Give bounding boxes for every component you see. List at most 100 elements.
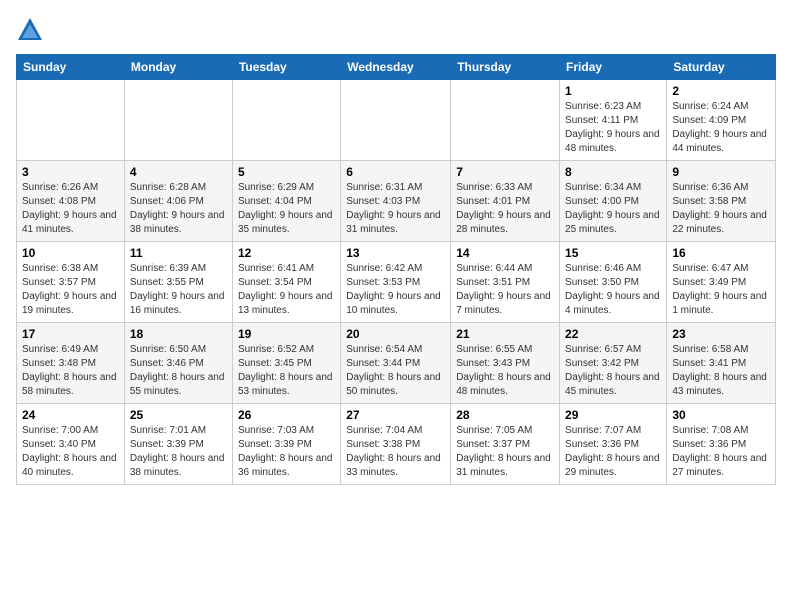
day-info: Sunrise: 7:08 AMSunset: 3:36 PMDaylight:… [672,424,770,480]
cell-w2-d5: 8 Sunrise: 6:34 AMSunset: 4:00 PMDaylight… [560,161,667,242]
cell-w2-d2: 5Sunrise: 6:29 AMSunset: 4:04 PMDaylight… [232,161,340,242]
day-number: 14 [456,246,554,260]
cell-w4-d0: 17 Sunrise: 6:49 AMSunset: 3:48 PMDayligh… [17,323,125,404]
day-info: Sunrise: 6:54 AMSunset: 3:44 PMDaylight:… [346,343,445,399]
cell-w4-d3: 20 Sunrise: 6:54 AMSunset: 3:44 PMDayligh… [341,323,451,404]
cell-w1-d5: 1 Sunrise: 6:23 AMSunset: 4:11 PMDaylight… [560,80,667,161]
day-info: Sunrise: 6:46 AMSunset: 3:50 PMDaylight:… [565,262,661,318]
page: Sunday Monday Tuesday Wednesday Thursday… [0,0,792,612]
cell-w3-d1: 11Sunrise: 6:39 AMSunset: 3:55 PMDayligh… [124,242,232,323]
day-info: Sunrise: 7:03 AMSunset: 3:39 PMDaylight:… [238,424,335,480]
day-info: Sunrise: 6:33 AMSunset: 4:01 PMDaylight:… [456,181,554,237]
cell-w3-d4: 14 Sunrise: 6:44 AMSunset: 3:51 PMDayligh… [451,242,560,323]
week-row-5: 24 Sunrise: 7:00 AMSunset: 3:40 PMDayligh… [17,404,776,485]
day-number: 11 [130,246,227,260]
cell-w4-d2: 19 Sunrise: 6:52 AMSunset: 3:45 PMDayligh… [232,323,340,404]
day-number: 4 [130,165,227,179]
cell-w4-d6: 23 Sunrise: 6:58 AMSunset: 3:41 PMDayligh… [667,323,776,404]
day-number: 5 [238,165,335,179]
cell-w1-d3 [341,80,451,161]
calendar-header-row: Sunday Monday Tuesday Wednesday Thursday… [17,55,776,80]
col-tuesday: Tuesday [232,55,340,80]
day-info: Sunrise: 7:05 AMSunset: 3:37 PMDaylight:… [456,424,554,480]
cell-w5-d0: 24 Sunrise: 7:00 AMSunset: 3:40 PMDayligh… [17,404,125,485]
day-info: Sunrise: 7:01 AMSunset: 3:39 PMDaylight:… [130,424,227,480]
col-thursday: Thursday [451,55,560,80]
day-number: 26 [238,408,335,422]
week-row-4: 17 Sunrise: 6:49 AMSunset: 3:48 PMDayligh… [17,323,776,404]
day-number: 6 [346,165,445,179]
day-number: 25 [130,408,227,422]
day-info: Sunrise: 6:38 AMSunset: 3:57 PMDaylight:… [22,262,119,318]
day-info: Sunrise: 7:07 AMSunset: 3:36 PMDaylight:… [565,424,661,480]
day-number: 20 [346,327,445,341]
day-number: 7 [456,165,554,179]
col-wednesday: Wednesday [341,55,451,80]
cell-w2-d6: 9 Sunrise: 6:36 AMSunset: 3:58 PMDaylight… [667,161,776,242]
cell-w5-d2: 26 Sunrise: 7:03 AMSunset: 3:39 PMDayligh… [232,404,340,485]
col-sunday: Sunday [17,55,125,80]
cell-w3-d6: 16 Sunrise: 6:47 AMSunset: 3:49 PMDayligh… [667,242,776,323]
day-info: Sunrise: 6:47 AMSunset: 3:49 PMDaylight:… [672,262,770,318]
cell-w2-d4: 7 Sunrise: 6:33 AMSunset: 4:01 PMDaylight… [451,161,560,242]
cell-w1-d2 [232,80,340,161]
day-info: Sunrise: 6:49 AMSunset: 3:48 PMDaylight:… [22,343,119,399]
day-number: 12 [238,246,335,260]
day-number: 27 [346,408,445,422]
col-saturday: Saturday [667,55,776,80]
day-info: Sunrise: 6:41 AMSunset: 3:54 PMDaylight:… [238,262,335,318]
day-number: 17 [22,327,119,341]
day-info: Sunrise: 6:55 AMSunset: 3:43 PMDaylight:… [456,343,554,399]
day-info: Sunrise: 6:28 AMSunset: 4:06 PMDaylight:… [130,181,227,237]
cell-w5-d5: 29 Sunrise: 7:07 AMSunset: 3:36 PMDayligh… [560,404,667,485]
day-info: Sunrise: 6:58 AMSunset: 3:41 PMDaylight:… [672,343,770,399]
day-number: 24 [22,408,119,422]
week-row-3: 10 Sunrise: 6:38 AMSunset: 3:57 PMDayligh… [17,242,776,323]
week-row-1: 1 Sunrise: 6:23 AMSunset: 4:11 PMDaylight… [17,80,776,161]
day-number: 2 [672,84,770,98]
cell-w2-d1: 4 Sunrise: 6:28 AMSunset: 4:06 PMDaylight… [124,161,232,242]
day-info: Sunrise: 7:00 AMSunset: 3:40 PMDaylight:… [22,424,119,480]
cell-w4-d5: 22Sunrise: 6:57 AMSunset: 3:42 PMDayligh… [560,323,667,404]
cell-w4-d1: 18 Sunrise: 6:50 AMSunset: 3:46 PMDayligh… [124,323,232,404]
cell-w3-d0: 10 Sunrise: 6:38 AMSunset: 3:57 PMDayligh… [17,242,125,323]
col-monday: Monday [124,55,232,80]
cell-w5-d4: 28Sunrise: 7:05 AMSunset: 3:37 PMDayligh… [451,404,560,485]
cell-w3-d5: 15 Sunrise: 6:46 AMSunset: 3:50 PMDayligh… [560,242,667,323]
day-info: Sunrise: 6:50 AMSunset: 3:46 PMDaylight:… [130,343,227,399]
cell-w1-d6: 2 Sunrise: 6:24 AMSunset: 4:09 PMDaylight… [667,80,776,161]
day-info: Sunrise: 6:23 AMSunset: 4:11 PMDaylight:… [565,100,661,156]
cell-w1-d0 [17,80,125,161]
cell-w3-d3: 13Sunrise: 6:42 AMSunset: 3:53 PMDayligh… [341,242,451,323]
logo [16,16,48,44]
day-number: 9 [672,165,770,179]
day-number: 10 [22,246,119,260]
logo-icon [16,16,44,44]
day-number: 29 [565,408,661,422]
day-info: Sunrise: 6:34 AMSunset: 4:00 PMDaylight:… [565,181,661,237]
day-info: Sunrise: 6:36 AMSunset: 3:58 PMDaylight:… [672,181,770,237]
day-number: 13 [346,246,445,260]
day-info: Sunrise: 6:24 AMSunset: 4:09 PMDaylight:… [672,100,770,156]
day-number: 19 [238,327,335,341]
day-info: Sunrise: 6:31 AMSunset: 4:03 PMDaylight:… [346,181,445,237]
cell-w1-d1 [124,80,232,161]
cell-w5-d6: 30Sunrise: 7:08 AMSunset: 3:36 PMDayligh… [667,404,776,485]
cell-w5-d1: 25 Sunrise: 7:01 AMSunset: 3:39 PMDayligh… [124,404,232,485]
day-number: 23 [672,327,770,341]
cell-w3-d2: 12 Sunrise: 6:41 AMSunset: 3:54 PMDayligh… [232,242,340,323]
calendar-table: Sunday Monday Tuesday Wednesday Thursday… [16,54,776,485]
day-info: Sunrise: 6:44 AMSunset: 3:51 PMDaylight:… [456,262,554,318]
day-number: 15 [565,246,661,260]
day-number: 8 [565,165,661,179]
day-info: Sunrise: 6:52 AMSunset: 3:45 PMDaylight:… [238,343,335,399]
day-number: 3 [22,165,119,179]
cell-w2-d0: 3 Sunrise: 6:26 AMSunset: 4:08 PMDaylight… [17,161,125,242]
day-number: 1 [565,84,661,98]
col-friday: Friday [560,55,667,80]
day-number: 18 [130,327,227,341]
day-number: 21 [456,327,554,341]
day-info: Sunrise: 7:04 AMSunset: 3:38 PMDaylight:… [346,424,445,480]
day-info: Sunrise: 6:26 AMSunset: 4:08 PMDaylight:… [22,181,119,237]
day-number: 16 [672,246,770,260]
